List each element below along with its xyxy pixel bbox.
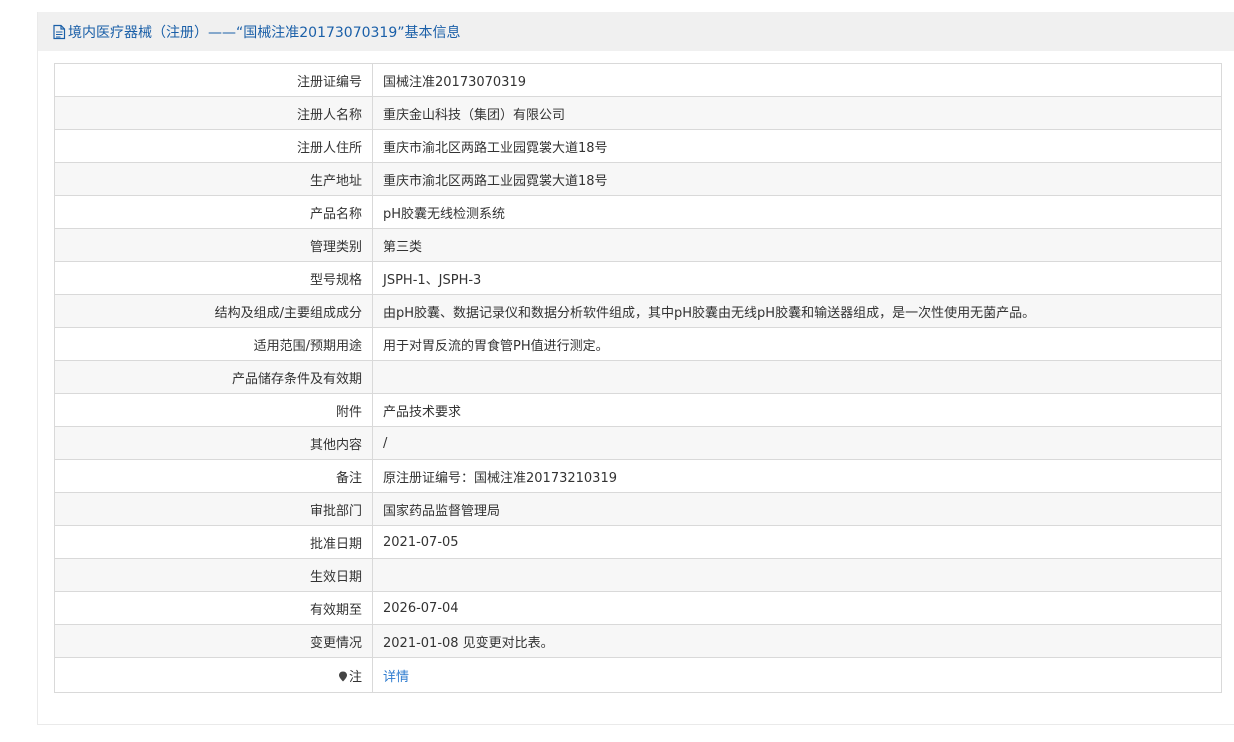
table-row: 型号规格 JSPH-1、JSPH-3 <box>54 261 1222 295</box>
field-value: 重庆市渝北区两路工业园霓裳大道18号 <box>372 162 1222 196</box>
note-value-cell: 详情 <box>372 657 1222 693</box>
info-table-body: 注册证编号 国械注准20173070319 注册人名称 重庆金山科技（集团）有限公司注… <box>54 63 1222 693</box>
field-value: 国家药品监督管理局 <box>372 492 1222 526</box>
field-value: 重庆市渝北区两路工业园霓裳大道18号 <box>372 129 1222 163</box>
pin-icon <box>338 671 348 682</box>
field-value: pH胶囊无线检测系统 <box>372 195 1222 229</box>
panel-header: 境内医疗器械（注册）——“国械注准20173070319”基本信息 <box>38 12 1234 51</box>
field-value: JSPH-1、JSPH-3 <box>372 261 1222 295</box>
table-row: 产品名称 pH胶囊无线检测系统 <box>54 195 1222 229</box>
field-label: 注册人名称 <box>54 96 373 130</box>
field-label: 适用范围/预期用途 <box>54 327 373 361</box>
field-value: / <box>372 426 1222 460</box>
table-row: 结构及组成/主要组成成分 由pH胶囊、数据记录仪和数据分析软件组成，其中pH胶囊由… <box>54 294 1222 328</box>
field-label: 其他内容 <box>54 426 373 460</box>
field-value <box>372 360 1222 394</box>
table-row: 生产地址 重庆市渝北区两路工业园霓裳大道18号 <box>54 162 1222 196</box>
field-label: 生产地址 <box>54 162 373 196</box>
field-label: 变更情况 <box>54 624 373 658</box>
field-label: 管理类别 <box>54 228 373 262</box>
page-title: 境内医疗器械（注册）——“国械注准20173070319”基本信息 <box>68 24 461 41</box>
table-row: 产品储存条件及有效期 <box>54 360 1222 394</box>
info-table: 注册证编号 国械注准20173070319 注册人名称 重庆金山科技（集团）有限公司注… <box>54 63 1222 693</box>
field-value: 用于对胃反流的胃食管PH值进行测定。 <box>372 327 1222 361</box>
table-row: 注册人住所 重庆市渝北区两路工业园霓裳大道18号 <box>54 129 1222 163</box>
table-row: 适用范围/预期用途 用于对胃反流的胃食管PH值进行测定。 <box>54 327 1222 361</box>
field-label: 审批部门 <box>54 492 373 526</box>
table-row: 管理类别 第三类 <box>54 228 1222 262</box>
field-value: 2026-07-04 <box>372 591 1222 625</box>
note-label-cell: 注 <box>54 657 373 693</box>
field-value: 国械注准20173070319 <box>372 63 1222 97</box>
info-panel: 境内医疗器械（注册）——“国械注准20173070319”基本信息 注册证编号国… <box>37 12 1234 725</box>
field-label: 产品储存条件及有效期 <box>54 360 373 394</box>
field-value: 第三类 <box>372 228 1222 262</box>
field-value: 2021-07-05 <box>372 525 1222 559</box>
note-row: 注 详情 <box>54 657 1222 693</box>
table-row: 变更情况 2021-01-08 见变更对比表。 <box>54 624 1222 658</box>
document-icon <box>52 24 66 40</box>
field-value: 原注册证编号：国械注准20173210319 <box>372 459 1222 493</box>
table-row: 备注 原注册证编号：国械注准20173210319 <box>54 459 1222 493</box>
field-label: 型号规格 <box>54 261 373 295</box>
field-value: 产品技术要求 <box>372 393 1222 427</box>
table-row: 其他内容 / <box>54 426 1222 460</box>
field-label: 结构及组成/主要组成成分 <box>54 294 373 328</box>
table-row: 审批部门 国家药品监督管理局 <box>54 492 1222 526</box>
field-label: 注册证编号 <box>54 63 373 97</box>
table-row: 注册人名称 重庆金山科技（集团）有限公司 <box>54 96 1222 130</box>
detail-link[interactable]: 详情 <box>383 670 409 685</box>
field-label: 注册人住所 <box>54 129 373 163</box>
table-row: 有效期至 2026-07-04 <box>54 591 1222 625</box>
table-row: 附件 产品技术要求 <box>54 393 1222 427</box>
field-label: 有效期至 <box>54 591 373 625</box>
table-row: 生效日期 <box>54 558 1222 592</box>
field-label: 批准日期 <box>54 525 373 559</box>
note-label: 注 <box>348 669 362 685</box>
field-label: 备注 <box>54 459 373 493</box>
field-label: 附件 <box>54 393 373 427</box>
field-label: 生效日期 <box>54 558 373 592</box>
field-value: 2021-01-08 见变更对比表。 <box>372 624 1222 658</box>
field-value: 重庆金山科技（集团）有限公司 <box>372 96 1222 130</box>
table-row: 批准日期 2021-07-05 <box>54 525 1222 559</box>
table-row: 注册证编号 国械注准20173070319 <box>54 63 1222 97</box>
field-value: 由pH胶囊、数据记录仪和数据分析软件组成，其中pH胶囊由无线pH胶囊和输送器组成… <box>372 294 1222 328</box>
field-value <box>372 558 1222 592</box>
info-table-wrap: 注册证编号 国械注准20173070319 注册人名称 重庆金山科技（集团）有限公司注… <box>54 63 1222 693</box>
field-label: 产品名称 <box>54 195 373 229</box>
